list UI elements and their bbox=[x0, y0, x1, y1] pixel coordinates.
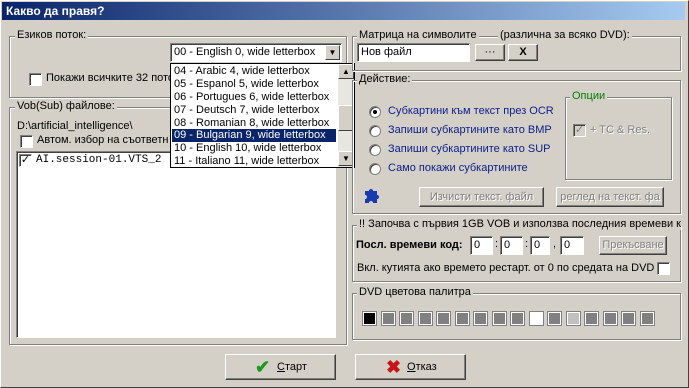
language-option[interactable]: 08 - Romanian 8, wide letterbox bbox=[172, 117, 336, 130]
vob-file-list[interactable]: ✓ AI.session-01.VTS_2 bbox=[16, 151, 336, 338]
palette-swatch[interactable] bbox=[565, 311, 581, 326]
vob-group-label: Vob(Sub) файлове: bbox=[15, 100, 117, 112]
clear-charmatrix-button[interactable]: X bbox=[508, 44, 538, 61]
time-hours-value: 0 bbox=[474, 239, 481, 251]
time-hours-field[interactable]: 0 bbox=[470, 236, 493, 255]
radio-show-label: Само покажи субкартините bbox=[388, 162, 528, 174]
language-selected-value: 00 - English 0, wide letterbox bbox=[174, 46, 316, 58]
language-options: 04 - Arabic 4, wide letterbox 05 - Espan… bbox=[172, 65, 336, 168]
cancel-label: Отказ bbox=[407, 361, 437, 373]
radio-show[interactable] bbox=[369, 163, 381, 175]
language-option[interactable]: 07 - Deutsch 7, wide letterbox bbox=[172, 104, 336, 117]
options-group bbox=[565, 97, 672, 180]
radio-ocr[interactable] bbox=[369, 106, 381, 118]
tc-res-checkbox[interactable]: ✓ bbox=[573, 124, 586, 137]
start-label: Старт bbox=[277, 361, 307, 373]
palette-swatch[interactable] bbox=[380, 311, 396, 326]
charmatrix-label: Матрица на символите bbox=[357, 29, 479, 41]
palette-swatch[interactable] bbox=[510, 311, 525, 326]
language-option[interactable]: 11 - Italiano 11, wide letterbox bbox=[172, 155, 336, 168]
time-minutes-value: 0 bbox=[504, 239, 511, 251]
time-note: !! Започва с първия 1GB VOB и използва п… bbox=[357, 218, 681, 230]
palette-swatch[interactable] bbox=[454, 311, 470, 326]
palette-swatch[interactable] bbox=[584, 311, 599, 326]
action-group-label: Действие: bbox=[357, 73, 413, 85]
checkmark-icon: ✔ bbox=[255, 357, 271, 377]
clear-text-file-button[interactable]: Изчисти текст. файл bbox=[419, 187, 544, 207]
tc-res-label: + TC & Res. bbox=[590, 124, 651, 136]
palette-swatch[interactable] bbox=[547, 311, 562, 326]
language-select[interactable]: 00 - English 0, wide letterbox ▼ bbox=[170, 43, 342, 62]
charmatrix-note: (различна за всяко DVD): bbox=[498, 29, 632, 41]
palette-swatch[interactable] bbox=[399, 311, 414, 326]
start-button[interactable]: ✔ Старт bbox=[225, 354, 336, 380]
language-option[interactable]: 10 - English 10, wide letterbox bbox=[172, 142, 336, 155]
time-minutes-field[interactable]: 0 bbox=[500, 236, 523, 255]
palette-swatch[interactable] bbox=[417, 311, 433, 326]
title-bar: Какво да правя? bbox=[2, 2, 685, 20]
palette-swatch[interactable] bbox=[639, 311, 655, 326]
time-seconds-value: 0 bbox=[534, 239, 541, 251]
time-sep: : bbox=[525, 238, 529, 250]
language-dropdown-list[interactable]: 04 - Arabic 4, wide letterbox 05 - Espan… bbox=[170, 63, 355, 168]
time-code-label: Посл. времеви код: bbox=[356, 239, 463, 251]
palette-swatch[interactable] bbox=[621, 311, 636, 326]
file-name: AI.session-01.VTS_2 bbox=[36, 154, 162, 166]
palette-group-label: DVD цветова палитра bbox=[357, 286, 473, 298]
palette-swatch[interactable] bbox=[436, 311, 451, 326]
charmatrix-value: Нов файл bbox=[361, 46, 412, 58]
browse-button[interactable]: ··· bbox=[475, 44, 505, 61]
file-checkbox[interactable]: ✓ bbox=[19, 154, 32, 167]
language-option[interactable]: 06 - Portugues 6, wide letterbox bbox=[172, 91, 336, 104]
radio-sup[interactable] bbox=[369, 144, 381, 156]
include-label: Вкл. кутията ако времето рестарт. от 0 п… bbox=[357, 262, 655, 274]
language-option[interactable]: 04 - Arabic 4, wide letterbox bbox=[172, 65, 336, 78]
show-all-checkbox[interactable] bbox=[29, 73, 42, 86]
options-group-label: Опции bbox=[570, 90, 608, 102]
include-checkbox[interactable] bbox=[657, 262, 670, 275]
palette-swatch[interactable] bbox=[473, 311, 488, 326]
radio-bmp-label: Запиши субкартините като BMP bbox=[388, 124, 552, 136]
window-title: Какво да правя? bbox=[6, 4, 105, 18]
time-sep: : bbox=[495, 238, 499, 250]
view-text-file-button[interactable]: реглед на текст. фа bbox=[556, 187, 664, 207]
language-option-highlighted[interactable]: 09 - Bulgarian 9, wide letterbox bbox=[172, 129, 336, 143]
radio-bmp[interactable] bbox=[369, 125, 381, 137]
vob-path: D:\artificial_intelligence\ bbox=[17, 120, 133, 132]
show-all-label: Покажи всичките 32 пото bbox=[46, 72, 175, 84]
time-sep: , bbox=[553, 238, 557, 250]
language-group-label: Езиков поток: bbox=[15, 29, 89, 41]
palette-swatch[interactable] bbox=[528, 311, 544, 326]
auto-select-checkbox[interactable] bbox=[20, 135, 33, 148]
cancel-button[interactable]: ✖ Отказ bbox=[355, 354, 466, 380]
radio-ocr-label: Субкартини към текст през OCR bbox=[388, 105, 554, 117]
radio-sup-label: Запиши субкартините като SUP bbox=[388, 143, 551, 155]
interrupt-button[interactable]: Прекъсване bbox=[599, 236, 667, 255]
puzzle-icon[interactable] bbox=[362, 186, 382, 204]
language-option[interactable]: 05 - Espanol 5, wide letterbox bbox=[172, 78, 336, 91]
palette-swatch[interactable] bbox=[362, 311, 377, 326]
auto-select-label: Автом. избор на съответн bbox=[37, 134, 169, 146]
time-seconds-field[interactable]: 0 bbox=[530, 236, 550, 255]
palette-swatch[interactable] bbox=[602, 311, 618, 326]
palette-swatch[interactable] bbox=[491, 311, 507, 326]
close-icon: ✖ bbox=[386, 357, 402, 377]
charmatrix-field[interactable]: Нов файл bbox=[357, 43, 470, 62]
time-frames-value: 0 bbox=[564, 239, 571, 251]
chevron-down-icon[interactable]: ▼ bbox=[325, 45, 340, 60]
time-frames-field[interactable]: 0 bbox=[560, 236, 584, 255]
